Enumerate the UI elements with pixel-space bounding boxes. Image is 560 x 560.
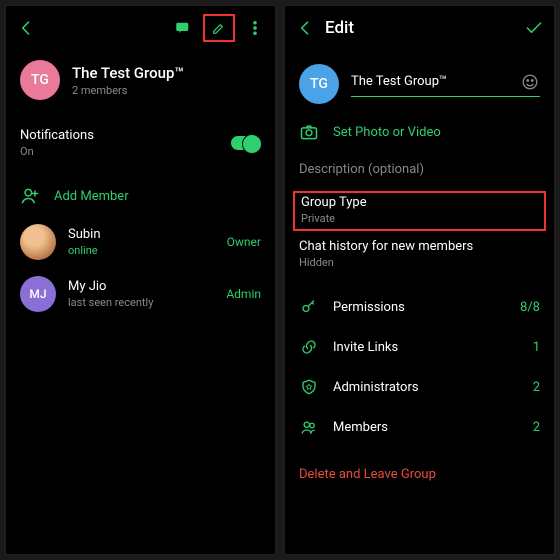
group-header: TG The Test Group™ 2 members	[6, 50, 275, 110]
back-icon[interactable]	[295, 18, 315, 38]
group-avatar[interactable]: TG	[20, 60, 60, 100]
group-info-screen: TG The Test Group™ 2 members Notificatio…	[4, 4, 277, 556]
avatar-initials: TG	[310, 76, 328, 92]
check-icon[interactable]	[524, 18, 544, 38]
members-label: Members	[333, 420, 519, 435]
group-type-value: Private	[301, 212, 538, 225]
group-avatar[interactable]: TG	[299, 64, 339, 104]
group-name-input[interactable]: The Test Group™	[351, 72, 540, 97]
chat-history-label: Chat history for new members	[299, 239, 473, 254]
chat-history-row[interactable]: Chat history for new members Hidden	[285, 235, 554, 279]
delete-group-label: Delete and Leave Group	[299, 467, 436, 482]
member-row[interactable]: MJ My Jio last seen recently Admin	[6, 268, 275, 320]
group-type-row[interactable]: Group Type Private	[301, 195, 538, 225]
chat-history-value: Hidden	[299, 256, 473, 269]
notifications-row[interactable]: Notifications On	[6, 118, 275, 168]
group-type-highlight: Group Type Private	[293, 191, 546, 231]
add-member-row[interactable]: Add Member	[6, 176, 275, 216]
member-status: online	[68, 244, 215, 257]
set-photo-row[interactable]: Set Photo or Video	[285, 112, 554, 152]
pencil-icon[interactable]	[209, 18, 229, 38]
shield-icon	[299, 377, 319, 397]
chat-icon[interactable]	[173, 18, 193, 38]
screen-title: Edit	[325, 18, 354, 38]
delete-group-row[interactable]: Delete and Leave Group	[285, 457, 554, 492]
member-status: last seen recently	[68, 296, 214, 309]
topbar-right: Edit	[285, 6, 554, 50]
add-member-label: Add Member	[54, 189, 129, 204]
notifications-toggle[interactable]	[231, 136, 261, 150]
member-name: Subin	[68, 227, 215, 242]
member-role: Owner	[227, 235, 261, 249]
edit-group-screen: Edit TG The Test Group™ Set Photo or Vid…	[283, 4, 556, 556]
camera-icon	[299, 122, 319, 142]
group-name: The Test Group™	[72, 64, 184, 82]
member-avatar: MJ	[20, 276, 56, 312]
set-photo-label: Set Photo or Video	[333, 125, 441, 140]
link-icon	[299, 337, 319, 357]
admins-value: 2	[533, 380, 540, 395]
edit-highlight	[203, 14, 235, 42]
topbar-left	[6, 6, 275, 50]
members-value: 2	[533, 420, 540, 435]
invite-links-row[interactable]: Invite Links 1	[285, 327, 554, 367]
members-row[interactable]: Members 2	[285, 407, 554, 447]
member-name: My Jio	[68, 279, 214, 294]
member-avatar	[20, 224, 56, 260]
notifications-state: On	[20, 145, 217, 158]
emoji-icon[interactable]	[520, 72, 540, 92]
add-member-icon	[20, 186, 40, 206]
back-icon[interactable]	[16, 18, 36, 38]
admins-label: Administrators	[333, 380, 519, 395]
invite-value: 1	[533, 340, 540, 355]
more-icon[interactable]	[245, 18, 265, 38]
key-icon	[299, 297, 319, 317]
members-icon	[299, 417, 319, 437]
avatar-initials: TG	[31, 72, 49, 88]
edit-group-header: TG The Test Group™	[285, 50, 554, 112]
permissions-row[interactable]: Permissions 8/8	[285, 287, 554, 327]
group-type-label: Group Type	[301, 195, 538, 210]
group-members-count: 2 members	[72, 84, 184, 97]
permissions-label: Permissions	[333, 300, 506, 315]
admins-row[interactable]: Administrators 2	[285, 367, 554, 407]
notifications-label: Notifications	[20, 128, 217, 143]
invite-label: Invite Links	[333, 340, 519, 355]
permissions-value: 8/8	[520, 300, 540, 315]
description-row[interactable]: Description (optional)	[285, 152, 554, 187]
group-name-value: The Test Group™	[351, 74, 520, 89]
description-placeholder: Description (optional)	[299, 162, 424, 177]
avatar-initials: MJ	[29, 287, 46, 301]
member-role: Admin	[226, 287, 261, 301]
member-row[interactable]: Subin online Owner	[6, 216, 275, 268]
